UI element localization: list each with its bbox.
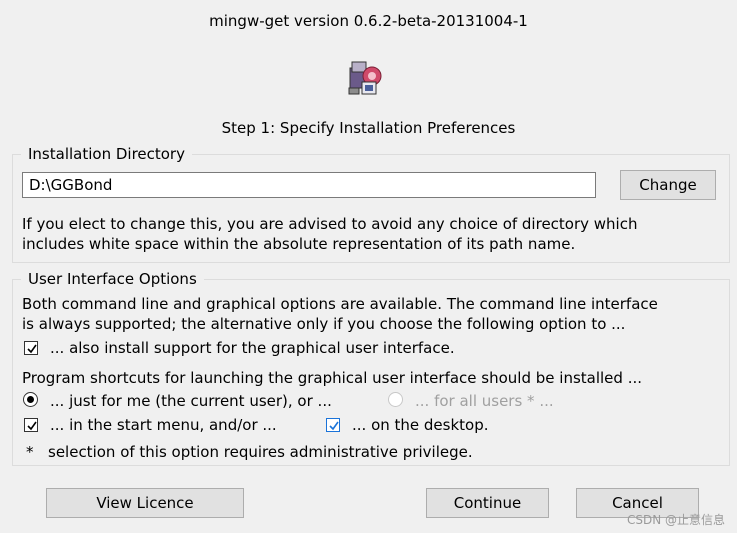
installation-directory-input[interactable] <box>22 172 596 198</box>
radio-selected-dot <box>27 396 34 403</box>
checkmark-icon <box>329 421 339 431</box>
all-users-radio[interactable] <box>388 392 403 407</box>
desktop-label[interactable]: ... on the desktop. <box>352 415 489 435</box>
directory-note-line-1: If you elect to change this, you are adv… <box>22 215 638 233</box>
footnote-text: selection of this option requires admini… <box>48 443 473 461</box>
user-interface-options-legend: User Interface Options <box>28 270 197 288</box>
window-title: mingw-get version 0.6.2-beta-20131004-1 <box>209 12 528 30</box>
step-heading: Step 1: Specify Installation Preferences <box>221 119 516 137</box>
footnote-mark: * <box>26 443 34 461</box>
all-users-label[interactable]: ... for all users * ... <box>415 391 554 411</box>
installation-directory-legend: Installation Directory <box>28 145 185 163</box>
start-menu-label[interactable]: ... in the start menu, and/or ... <box>50 415 277 435</box>
start-menu-checkbox[interactable] <box>24 418 38 432</box>
just-for-me-label[interactable]: ... just for me (the current user), or .… <box>50 391 332 411</box>
mingw-logo-icon <box>344 56 388 100</box>
ui-description-line-1: Both command line and graphical options … <box>22 295 658 313</box>
directory-note-line-2: includes white space within the absolute… <box>22 235 576 253</box>
just-for-me-radio[interactable] <box>23 392 38 407</box>
continue-button[interactable]: Continue <box>426 488 549 518</box>
shortcuts-heading: Program shortcuts for launching the grap… <box>22 369 642 387</box>
checkmark-icon <box>27 344 37 354</box>
gui-support-label[interactable]: ... also install support for the graphic… <box>50 338 455 358</box>
installer-window: mingw-get version 0.6.2-beta-20131004-1 … <box>0 0 737 533</box>
checkmark-icon <box>27 421 37 431</box>
view-licence-button[interactable]: View Licence <box>46 488 244 518</box>
desktop-checkbox[interactable] <box>326 418 340 432</box>
watermark: CSDN @止意信息 <box>626 513 725 527</box>
ui-description-line-2: is always supported; the alternative onl… <box>22 315 626 333</box>
gui-support-checkbox[interactable] <box>24 341 38 355</box>
change-directory-button[interactable]: Change <box>620 170 716 200</box>
